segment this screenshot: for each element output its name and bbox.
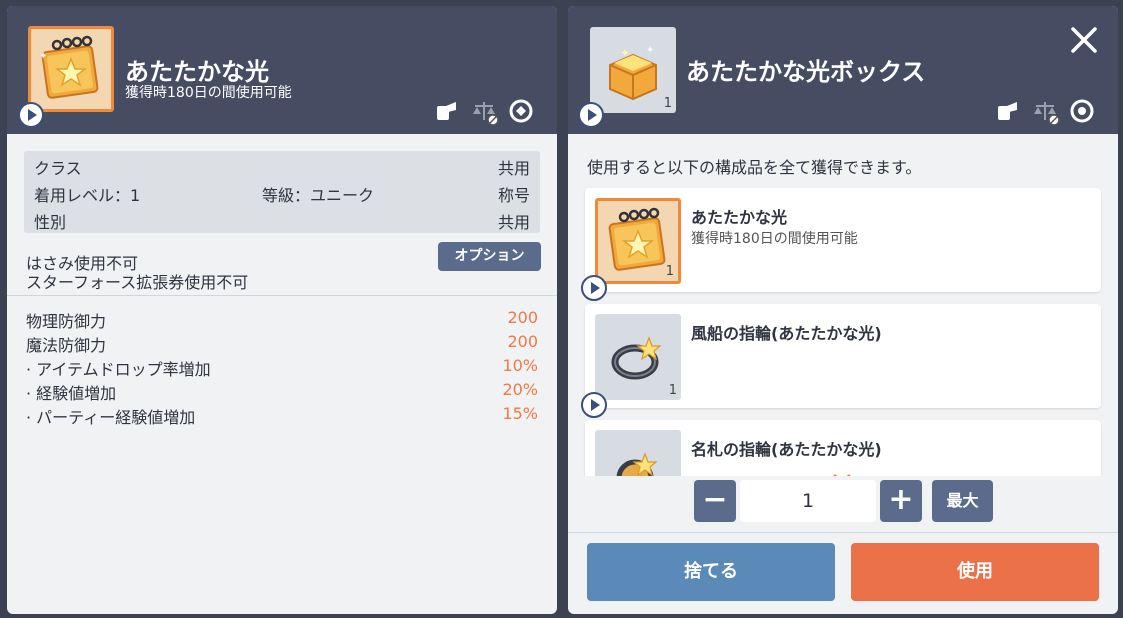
plus-button[interactable]: + (880, 480, 922, 522)
chevron-down-icon[interactable] (833, 469, 851, 476)
item-icon-frame (595, 430, 681, 476)
list-item: 名札の指輪(あたたかな光) (585, 420, 1101, 476)
item-tooltip-panel: ✦ あたたかな光 獲得時180日の間使用可能 クラス 共用 着用レベル：1 等級… (7, 6, 557, 614)
item-icon-frame: ✦ ✦ 1 (590, 27, 676, 113)
attribute-label: · パーティー経験値増加 (26, 408, 196, 427)
item-count: 1 (665, 264, 674, 279)
stats-box: クラス 共用 着用レベル：1 等級：ユニーク 称号 性別 共用 (24, 151, 540, 233)
item-name: 名札の指輪(あたたかな光) (691, 440, 882, 459)
level-label: 着用レベル：1 (34, 186, 141, 205)
item-icon-frame: ✦ (28, 26, 114, 112)
box-description: 使用すると以下の構成品を全て獲得できます。 (587, 158, 922, 177)
scale-icon (1032, 98, 1060, 126)
ring-icon (616, 452, 658, 476)
item-icon-frame: 1 (595, 314, 681, 400)
recycle-icon (508, 98, 534, 124)
attribute-label: 物理防御力 (26, 312, 107, 331)
gender-value: 共用 (497, 213, 530, 232)
svg-text:✦: ✦ (39, 51, 47, 62)
attribute-value: 20% (502, 380, 538, 399)
item-subtitle: 獲得時180日の間使用可能 (125, 85, 292, 101)
divider (568, 532, 1118, 533)
hand-icon (434, 98, 460, 124)
item-icon-frame: 1 (595, 198, 681, 284)
list-item: 1 あたたかな光 獲得時180日の間使用可能 (585, 188, 1101, 292)
item-name: 風船の指輪(あたたかな光) (691, 324, 882, 343)
play-icon[interactable] (578, 102, 604, 128)
attribute-label: · 経験値増加 (26, 384, 117, 403)
play-icon[interactable] (18, 102, 44, 128)
play-icon[interactable] (581, 392, 607, 418)
box-title: あたたかな光ボックス (686, 58, 926, 86)
attribute-label: · アイテムドロップ率増加 (26, 360, 211, 379)
class-value: 共用 (497, 159, 530, 178)
quantity-input[interactable]: 1 (740, 480, 876, 522)
option-button[interactable]: オプション (438, 242, 541, 271)
item-sub: 獲得時180日の間使用可能 (691, 231, 858, 247)
item-name: あたたかな光 (691, 208, 788, 227)
attribute-value: 200 (507, 308, 538, 327)
attribute-value: 15% (502, 404, 538, 423)
grade-label: 等級：ユニーク (262, 186, 375, 205)
play-icon[interactable] (581, 275, 607, 301)
svg-text:✦: ✦ (620, 46, 630, 60)
svg-text:✦: ✦ (646, 45, 654, 56)
use-button[interactable]: 使用 (851, 543, 1099, 601)
list-item: 1 風船の指輪(あたたかな光) (585, 304, 1101, 408)
discard-button[interactable]: 捨てる (587, 543, 835, 601)
attribute-label: 魔法防御力 (26, 336, 107, 355)
gender-label: 性別 (34, 213, 67, 232)
divider (7, 295, 557, 296)
scale-icon (471, 98, 499, 126)
panel-header: ✦ あたたかな光 獲得時180日の間使用可能 (7, 6, 557, 134)
close-icon[interactable] (1068, 24, 1100, 56)
box-use-panel: ✦ ✦ 1 あたたかな光ボックス 使用すると以下の構成品を全て獲得できます。 1… (568, 6, 1118, 614)
type-value: 称号 (497, 186, 530, 205)
minus-button[interactable]: − (694, 480, 736, 522)
item-count: 1 (663, 96, 672, 111)
item-count: 1 (668, 383, 677, 398)
attribute-value: 10% (502, 356, 538, 375)
max-button[interactable]: 最大 (932, 480, 993, 522)
panel-header: ✦ ✦ 1 あたたかな光ボックス (568, 6, 1118, 134)
starforce-note: スターフォース拡張券使用不可 (26, 273, 249, 292)
class-label: クラス (34, 159, 82, 178)
hand-icon (995, 98, 1021, 124)
contents-list[interactable]: 1 あたたかな光 獲得時180日の間使用可能 1 風船の指輪(あたたかな光) 名… (568, 186, 1118, 476)
book-icon: ✦ (39, 35, 99, 99)
attribute-value: 200 (507, 332, 538, 351)
target-icon (1069, 98, 1095, 124)
